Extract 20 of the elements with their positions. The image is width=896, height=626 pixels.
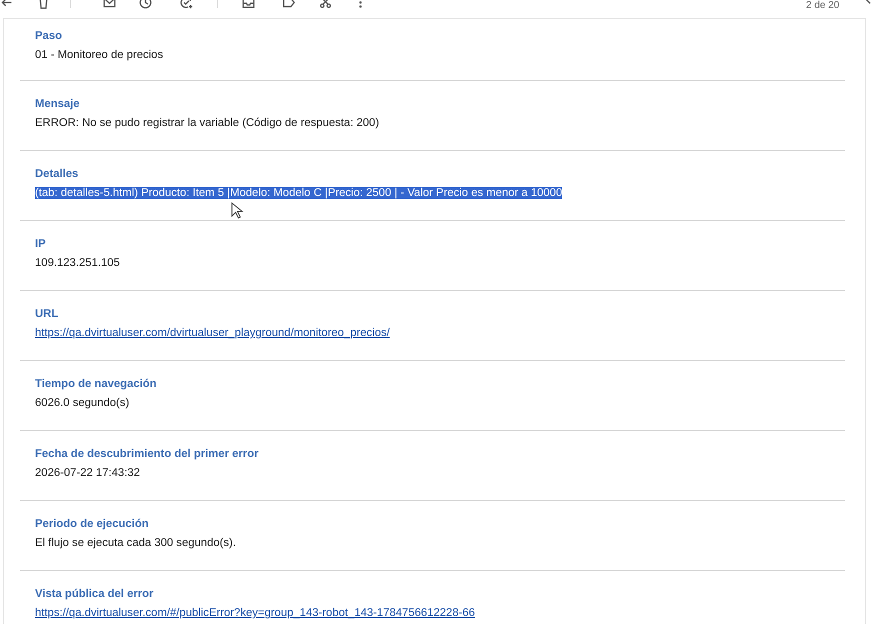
field-label: Mensaje (35, 97, 81, 112)
mouse-cursor-icon (231, 202, 244, 219)
field-label: Tiempo de navegación (35, 377, 158, 392)
field-label: Paso (35, 29, 64, 44)
field-label: IP (35, 237, 47, 252)
url-link[interactable]: https://qa.dvirtualuser.com/#/publicError?key=group_143-robot_143-1784756612228-66 (35, 607, 475, 619)
field-value: El flujo se ejecuta cada 300 segundo(s). (35, 537, 236, 549)
field-value: 109.123.251.105 (35, 257, 120, 269)
field-value: ERROR: No se pudo registrar la variable (Código de respuesta: 200) (35, 117, 380, 129)
field-value: 01 - Monitoreo de precios (35, 49, 164, 61)
field-value: 6026.0 segundo(s) (35, 397, 130, 409)
field-label: Detalles (35, 167, 80, 182)
field-label: Vista pública del error (35, 587, 154, 602)
url-link[interactable]: https://qa.dvirtualuser.com/dvirtualuser_playground/monitoreo_precios/ (35, 327, 390, 339)
field-value: 2026-07-22 17:43:32 (35, 467, 140, 479)
field-label: Fecha de descubrimiento del primer error (35, 447, 260, 462)
selected-text: (tab: detalles-5.html) Producto: Item 5 |Modelo: Modelo C |Precio: 2500 | - Valor Precio es menor a 10000 (35, 187, 562, 199)
message-counter: 2 de 20 (806, 0, 840, 11)
field-label: URL (35, 307, 60, 322)
field-label: Periodo de ejecución (35, 517, 150, 532)
